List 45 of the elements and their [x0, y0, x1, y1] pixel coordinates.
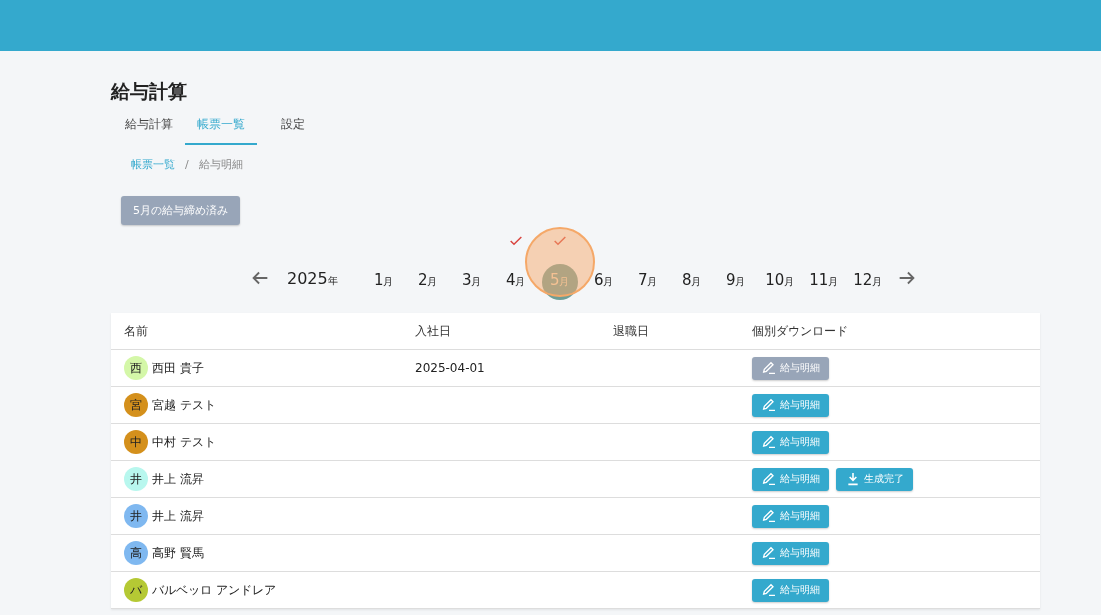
avatar: 宮 [124, 393, 148, 417]
year-unit: 年 [327, 275, 338, 288]
pencil-icon [761, 508, 777, 524]
month-button[interactable]: 11月 [805, 264, 842, 300]
column-header: 名前 [111, 313, 402, 350]
month-button[interactable]: 10月 [761, 264, 798, 300]
pencil-icon [761, 545, 777, 561]
avatar: バ [124, 578, 148, 602]
pencil-icon [761, 471, 777, 487]
month-button[interactable]: 3月 [453, 264, 490, 300]
employee-name: 中村 テスト [152, 433, 216, 451]
month-button[interactable]: 1月 [365, 264, 402, 300]
avatar: 西 [124, 356, 148, 380]
employee-name: 高野 賢馬 [152, 544, 204, 562]
pencil-icon [761, 582, 777, 598]
breadcrumb-separator: / [185, 158, 189, 171]
month-button[interactable]: 9月 [717, 264, 754, 300]
column-header: 退職日 [600, 313, 739, 350]
month-button[interactable]: 7月 [629, 264, 666, 300]
pencil-icon [761, 360, 777, 376]
avatar: 井 [124, 504, 148, 528]
page-title: 給与計算 [111, 79, 188, 104]
tab[interactable]: 給与計算 [113, 107, 185, 145]
employee-name: 宮越 テスト [152, 396, 216, 414]
month-button[interactable]: 4月 [497, 264, 534, 300]
column-header: 個別ダウンロード [739, 313, 1040, 350]
year-number: 2025 [287, 269, 328, 288]
month-button[interactable]: 12月 [849, 264, 886, 300]
breadcrumb-current: 給与明細 [198, 157, 243, 172]
tab[interactable]: 設定 [257, 107, 329, 145]
month-button[interactable]: 8月 [673, 264, 710, 300]
month-button[interactable]: 2月 [409, 264, 446, 300]
column-header: 入社日 [402, 313, 600, 350]
avatar: 中 [124, 430, 148, 454]
employee-name: バルベッロ アンドレア [152, 581, 276, 599]
pencil-icon [761, 434, 777, 450]
avatar: 井 [124, 467, 148, 491]
employee-name: 西田 貴子 [152, 359, 204, 377]
hire-date: 2025-04-01 [415, 361, 485, 375]
avatar: 高 [124, 541, 148, 565]
download-icon [845, 471, 861, 487]
employee-name: 井上 流昇 [152, 507, 204, 525]
employee-name: 井上 流昇 [152, 470, 204, 488]
pencil-icon [761, 397, 777, 413]
month-button[interactable]: 6月 [585, 264, 622, 300]
